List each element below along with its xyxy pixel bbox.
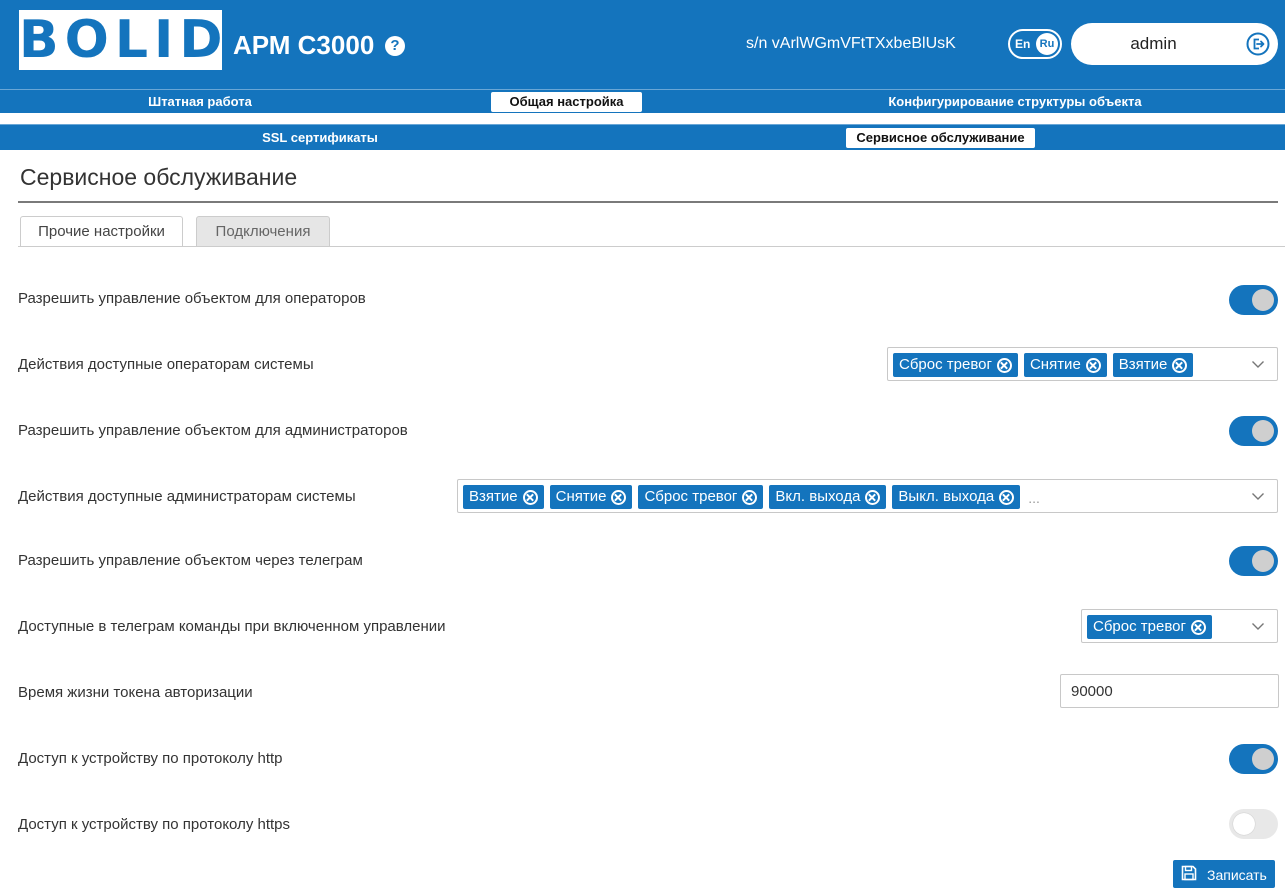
chip-label: Сброс тревог: [899, 356, 992, 373]
chip-label: Взятие: [469, 488, 518, 505]
chip-label: Снятие: [1029, 356, 1081, 373]
chip: Сброс тревог: [638, 485, 764, 509]
chip: Выкл. выхода: [892, 485, 1021, 509]
telegram-commands-label: Доступные в телеграм команды при включен…: [18, 618, 446, 635]
chip: Снятие: [1023, 353, 1107, 377]
user-menu[interactable]: admin: [1071, 23, 1278, 65]
nav-item-service-maintenance[interactable]: Сервисное обслуживание: [846, 128, 1035, 148]
main-nav: Штатная работа Общая настройка Конфигури…: [0, 89, 1285, 113]
chip-list: Взятие Снятие Сброс тревог Вкл. выхода В…: [463, 485, 1040, 509]
nav-item-ssl-certificates[interactable]: SSL сертификаты: [235, 128, 405, 148]
token-lifetime-label: Время жизни токена авторизации: [18, 684, 253, 701]
logout-icon[interactable]: [1246, 32, 1270, 56]
tabs-divider: [18, 246, 1285, 247]
chevron-down-icon[interactable]: [1251, 619, 1265, 633]
app-header: BOLID АРМ С3000 ? s/n vArlWGmVFtTXxbeBlU…: [0, 0, 1285, 92]
chip-remove-icon[interactable]: [1085, 357, 1101, 373]
bolid-logo: BOLID: [19, 10, 229, 70]
admins-control-toggle[interactable]: [1229, 416, 1278, 446]
chip-remove-icon[interactable]: [611, 489, 627, 505]
chip-label: Сброс тревог: [644, 488, 738, 505]
toggle-knob: [1252, 420, 1274, 442]
question-circle-icon[interactable]: ?: [385, 36, 405, 56]
page-title: Сервисное обслуживание: [20, 164, 298, 190]
chip: Взятие: [463, 485, 544, 509]
tab-other-settings[interactable]: Прочие настройки: [20, 216, 183, 247]
token-lifetime-input[interactable]: [1060, 674, 1279, 708]
sub-nav: SSL сертификаты Сервисное обслуживание: [0, 124, 1285, 150]
admins-control-label: Разрешить управление объектом для админи…: [18, 422, 408, 439]
operators-control-toggle[interactable]: [1229, 285, 1278, 315]
chip-remove-icon[interactable]: [742, 489, 758, 505]
logo-text: BOLID: [19, 10, 229, 70]
chip-list: Сброс тревог Снятие Взятие: [893, 353, 1194, 377]
telegram-control-toggle[interactable]: [1229, 546, 1278, 576]
chip-remove-icon[interactable]: [522, 489, 538, 505]
telegram-commands-select[interactable]: Сброс тревог: [1081, 609, 1278, 643]
http-access-label: Доступ к устройству по протоколу http: [18, 750, 283, 767]
nav-item-regular-work[interactable]: Штатная работа: [115, 92, 285, 112]
chip: Взятие: [1112, 353, 1194, 377]
floppy-disk-icon: [1181, 865, 1197, 881]
https-access-toggle[interactable]: [1229, 809, 1278, 839]
admins-actions-select[interactable]: Взятие Снятие Сброс тревог Вкл. выхода В…: [457, 479, 1278, 513]
telegram-control-label: Разрешить управление объектом через теле…: [18, 552, 363, 569]
chip-remove-icon[interactable]: [996, 357, 1012, 373]
chip-label: Выкл. выхода: [898, 488, 995, 505]
tab-connections[interactable]: Подключения: [196, 216, 330, 247]
nav-item-general-settings[interactable]: Общая настройка: [491, 92, 642, 112]
title-divider: [18, 201, 1278, 203]
more-chips-indicator: ...: [1028, 490, 1040, 506]
save-button[interactable]: Записать: [1173, 860, 1275, 888]
chip: Снятие: [549, 485, 633, 509]
operators-actions-label: Действия доступные операторам системы: [18, 356, 314, 373]
chip: Вкл. выхода: [769, 485, 887, 509]
toggle-knob: [1252, 748, 1274, 770]
chip: Сброс тревог: [893, 353, 1018, 377]
chip-label: Сброс тревог: [1093, 618, 1186, 635]
admins-actions-label: Действия доступные администраторам систе…: [18, 488, 356, 505]
chip-label: Снятие: [555, 488, 607, 505]
chip-label: Взятие: [1118, 356, 1168, 373]
operators-actions-select[interactable]: Сброс тревог Снятие Взятие: [887, 347, 1278, 381]
lang-en-option[interactable]: En: [1013, 34, 1032, 54]
toggle-knob: [1252, 289, 1274, 311]
save-button-label: Записать: [1207, 867, 1267, 883]
chip-remove-icon[interactable]: [999, 489, 1015, 505]
chip-remove-icon[interactable]: [1190, 619, 1206, 635]
toggle-knob: [1252, 550, 1274, 572]
chevron-down-icon[interactable]: [1251, 357, 1265, 371]
chevron-down-icon[interactable]: [1251, 489, 1265, 503]
chip-list: Сброс тревог: [1087, 615, 1212, 639]
lang-ru-option[interactable]: Ru: [1036, 33, 1058, 55]
username: admin: [1130, 34, 1177, 53]
chip-remove-icon[interactable]: [865, 489, 881, 505]
serial-number: s/n vArlWGmVFtTXxbeBlUsK: [746, 35, 956, 52]
https-access-label: Доступ к устройству по протоколу https: [18, 816, 291, 833]
http-access-toggle[interactable]: [1229, 744, 1278, 774]
language-switch[interactable]: En Ru: [1008, 29, 1062, 59]
chip-remove-icon[interactable]: [1172, 357, 1188, 373]
operators-control-label: Разрешить управление объектом для операт…: [18, 290, 366, 307]
toggle-knob: [1233, 813, 1255, 835]
nav-item-object-structure[interactable]: Конфигурирование структуры объекта: [870, 92, 1160, 112]
chip: Сброс тревог: [1087, 615, 1212, 639]
app-title: АРМ С3000: [233, 30, 375, 60]
chip-label: Вкл. выхода: [775, 488, 861, 505]
